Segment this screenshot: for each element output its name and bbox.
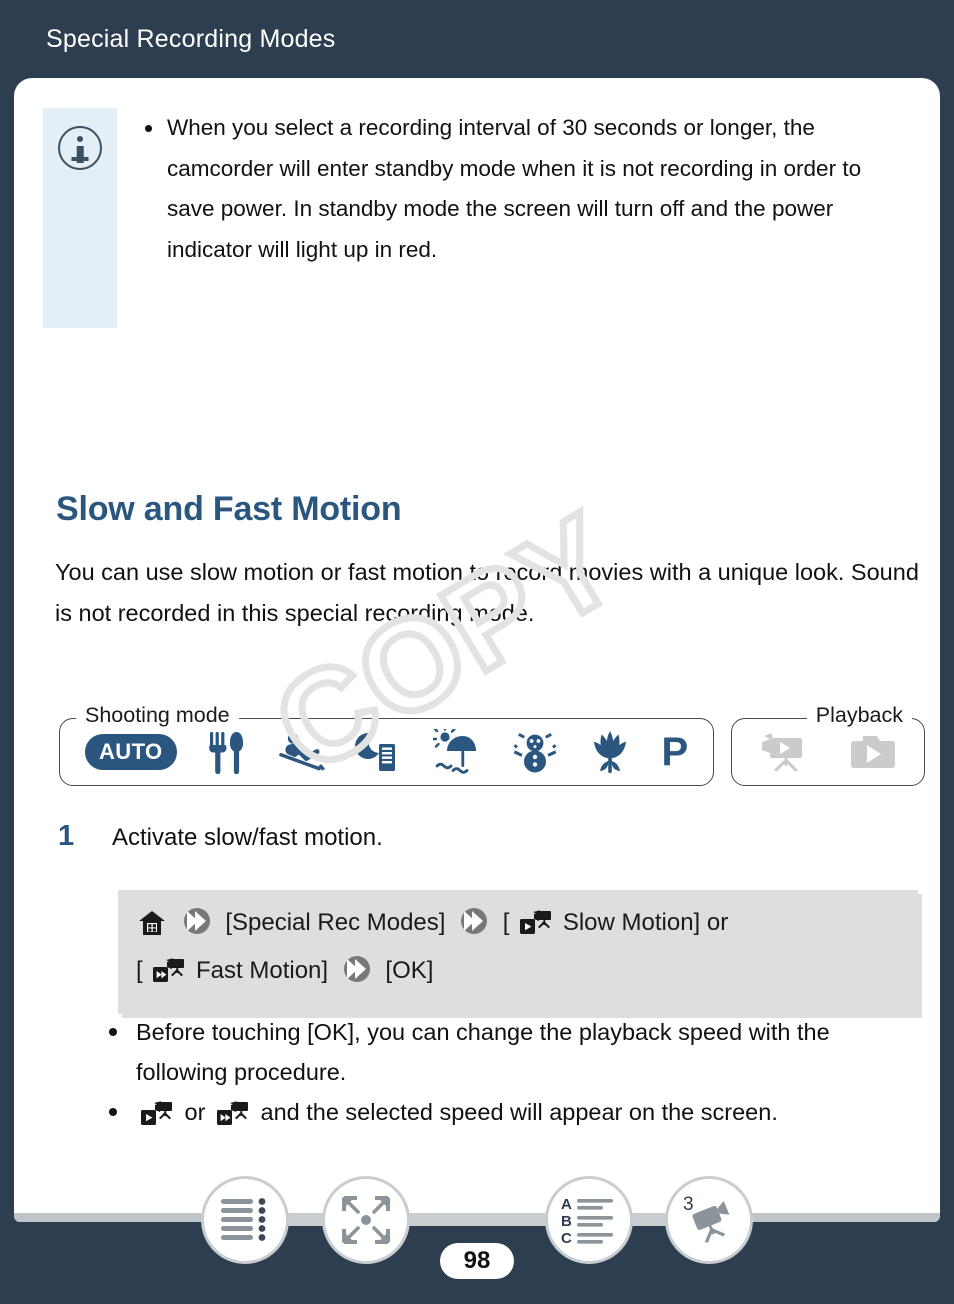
procedure-open-bracket: [ <box>136 957 143 984</box>
step-1: 1 Activate slow/fast motion. <box>58 820 383 853</box>
abc-index-icon: A B C <box>561 1196 613 1244</box>
program-mode-icon: P <box>661 730 689 774</box>
procedure-menu-label-2: Slow Motion] or <box>562 909 729 936</box>
procedure-open-bracket: [ <box>502 909 510 936</box>
info-note: When you select a recording interval of … <box>43 108 905 328</box>
section-heading: Slow and Fast Motion <box>56 490 402 528</box>
fast-motion-icon <box>215 1101 258 1132</box>
macro-flower-mode-icon <box>588 729 632 775</box>
fast-motion-icon <box>151 958 194 990</box>
camcorder-icon: 3 <box>683 1194 730 1243</box>
sub-bullet-list: Before touching [OK], you can change the… <box>106 1012 926 1139</box>
svg-text:C: C <box>561 1230 572 1244</box>
info-note-body: When you select a recording interval of … <box>117 108 905 328</box>
step-text: Activate slow/fast motion. <box>112 824 383 851</box>
playback-mode-group: Playback <box>731 702 925 786</box>
food-mode-icon <box>206 730 246 774</box>
info-note-list: When you select a recording interval of … <box>141 108 905 270</box>
sports-mode-icon <box>276 730 326 774</box>
section-intro-text: You can use slow motion or fast motion t… <box>55 559 919 626</box>
svg-text:A: A <box>561 1196 572 1213</box>
shooting-mode-label: Shooting mode <box>76 702 239 728</box>
auto-mode-icon: AUTO <box>84 734 177 770</box>
arrow-next-icon <box>459 907 489 949</box>
shooting-mode-group: Shooting mode AUTO P <box>59 702 714 786</box>
photo-playback-icon <box>846 731 898 773</box>
procedure-line-1: [Special Rec Modes] [Slow Motion] or <box>136 902 900 950</box>
page-title: Special Recording Modes <box>46 24 336 53</box>
procedure-box: [Special Rec Modes] [Slow Motion] or [… <box>118 890 918 1014</box>
arrow-next-icon <box>342 955 372 997</box>
mode-bar: Shooting mode AUTO P Playback <box>59 702 925 786</box>
list-item: Before touching [OK], you can change the… <box>106 1012 926 1092</box>
info-icon-foot <box>71 157 89 161</box>
svg-text:3: 3 <box>683 1194 694 1215</box>
procedure-ok-label: [OK] <box>385 957 434 984</box>
arrow-next-icon <box>182 907 212 949</box>
procedure-menu-label-3: Fast Motion] <box>196 957 329 984</box>
movie-playback-icon <box>758 730 814 774</box>
snow-mode-icon <box>512 730 558 774</box>
slow-motion-icon <box>139 1101 182 1132</box>
shooting-mode-icons: AUTO P <box>60 729 713 775</box>
page-card: When you select a recording interval of … <box>14 78 940 1222</box>
night-scene-mode-icon <box>355 730 403 774</box>
procedure-menu-label-1: [Special Rec Modes] <box>225 909 446 936</box>
info-note-icon-column <box>43 108 117 328</box>
info-icon <box>58 126 102 170</box>
beach-mode-icon <box>432 729 483 775</box>
fullscreen-button[interactable] <box>322 1176 410 1264</box>
slow-motion-icon <box>518 910 561 942</box>
svg-text:B: B <box>561 1213 572 1230</box>
list-item: or and the selected speed will appear on… <box>106 1092 926 1139</box>
playback-mode-label: Playback <box>806 702 912 728</box>
table-of-contents-button[interactable] <box>201 1176 289 1264</box>
camcorder-chapter-button[interactable]: 3 <box>665 1176 753 1264</box>
nav-connector <box>396 1213 566 1226</box>
page-number-badge: 98 <box>440 1243 514 1279</box>
list-item: When you select a recording interval of … <box>141 108 905 270</box>
sub-bullet-tail-text: and the selected speed will appear on th… <box>260 1099 778 1125</box>
home-icon <box>138 911 173 942</box>
sub-bullet-middle-text: or <box>184 1099 206 1125</box>
fullscreen-icon <box>342 1196 390 1244</box>
procedure-line-2: [Fast Motion] [OK] <box>136 950 900 998</box>
step-number: 1 <box>58 820 75 852</box>
alphabetical-index-button[interactable]: A B C <box>545 1176 633 1264</box>
toc-icon <box>221 1198 266 1241</box>
page-header: Special Recording Modes <box>0 0 954 78</box>
playback-mode-icons <box>732 730 924 774</box>
